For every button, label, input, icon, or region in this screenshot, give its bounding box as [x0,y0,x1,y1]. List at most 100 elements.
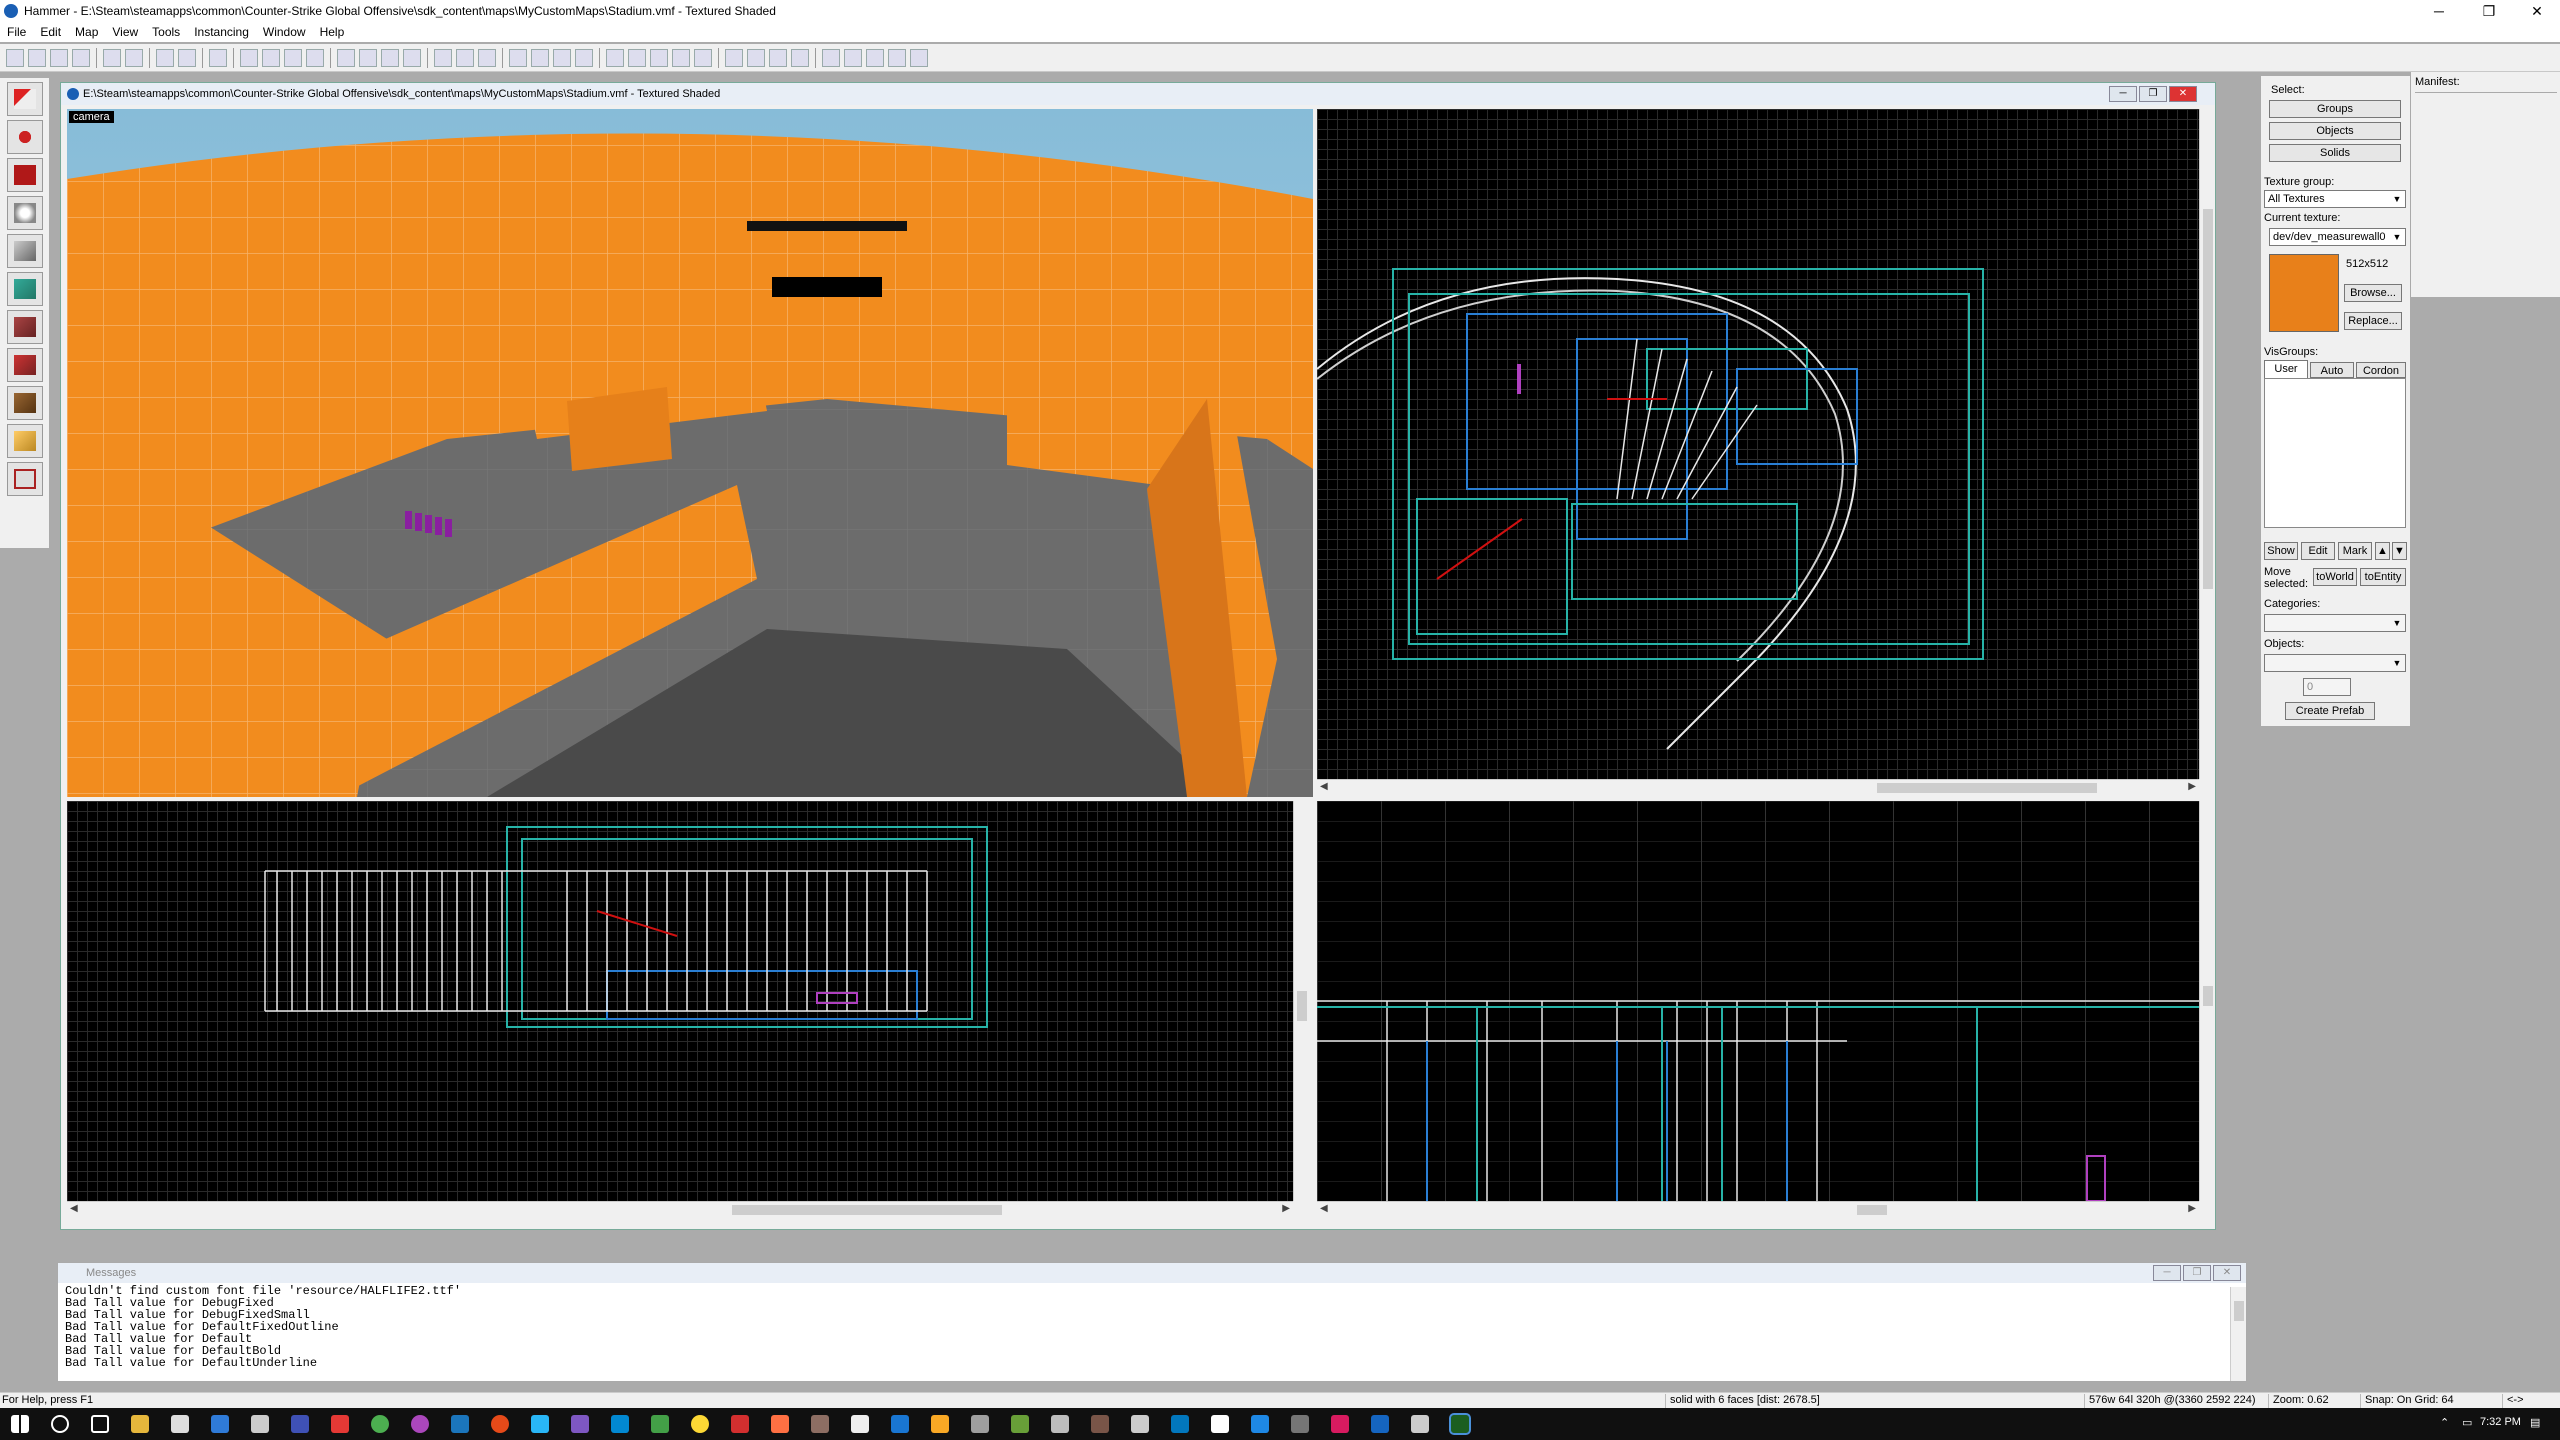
top-2d-viewport[interactable] [1317,109,2199,779]
load-window-state-icon[interactable] [103,48,121,67]
scroll-left-icon[interactable]: ◀ [1320,781,1328,792]
chevron-down-icon[interactable]: ▼ [2390,192,2404,206]
app-icon-11[interactable] [731,1415,749,1433]
steam-icon[interactable] [451,1415,469,1433]
app-icon-2[interactable] [291,1415,309,1433]
tab-cordon[interactable]: Cordon [2356,362,2406,378]
clipping-tool[interactable] [7,424,43,458]
menu-help[interactable]: Help [313,25,352,39]
unhide-icon[interactable] [306,48,324,67]
menu-file[interactable]: File [0,25,33,39]
cordon-icon[interactable] [509,48,527,67]
messages-vscrollbar[interactable] [2230,1287,2246,1381]
document-restore-button[interactable]: ❐ [2139,86,2167,102]
top-view-vscroll-thumb[interactable] [2203,209,2213,589]
entity-report-icon[interactable] [844,48,862,67]
chevron-down-icon[interactable]: ▼ [2390,656,2404,670]
entity-tool[interactable] [7,196,43,230]
app-icon-21[interactable] [1131,1415,1149,1433]
notifications-icon[interactable]: ▤ [2530,1416,2540,1429]
select-objects-button[interactable]: Objects [2269,122,2401,140]
block-tool[interactable] [7,234,43,268]
app-icon-19[interactable] [1051,1415,1069,1433]
texture-replace-icon[interactable] [403,48,421,67]
texture-application-tool[interactable] [7,272,43,306]
document-close-button[interactable]: ✕ [2169,86,2197,102]
hide-icon[interactable] [284,48,302,67]
messages-restore-button[interactable]: ❐ [2183,1265,2211,1281]
selection-tool[interactable] [7,82,43,116]
grid-small-icon[interactable] [28,48,46,67]
front-2d-viewport[interactable] [67,801,1293,1201]
auto-visgroup-icon[interactable] [910,48,928,67]
front-view-hscroll-thumb[interactable] [732,1205,1002,1215]
app-icon-24[interactable] [1251,1415,1269,1433]
front-view-hscrollbar[interactable]: ◀ ▶ [67,1201,1293,1217]
task-view-icon[interactable] [91,1415,109,1433]
app-icon-7[interactable] [571,1415,589,1433]
run-map-icon[interactable] [769,48,787,67]
app-icon-18[interactable] [1011,1415,1029,1433]
search-icon[interactable] [51,1415,69,1433]
menu-map[interactable]: Map [68,25,105,39]
selection-box-icon[interactable] [606,48,624,67]
vertex-manipulation-icon[interactable] [725,48,743,67]
flip-vertical-icon[interactable] [672,48,690,67]
chrome-icon[interactable] [371,1415,389,1433]
globe-icon[interactable] [888,48,906,67]
compile-icon[interactable] [866,48,884,67]
tab-user[interactable]: User [2264,360,2308,378]
scroll-right-icon-3[interactable]: ▶ [2188,1203,2196,1214]
scroll-right-icon[interactable]: ▶ [2188,781,2196,792]
file-explorer-icon[interactable] [131,1415,149,1433]
maximize-button[interactable]: ❐ [2466,0,2512,22]
grid-toggle-icon[interactable] [6,48,24,67]
document-minimize-button[interactable]: ─ [2109,86,2137,102]
copy-icon[interactable] [456,48,474,67]
toggle-helpers-icon[interactable] [531,48,549,67]
app-icon-23[interactable] [1211,1415,1229,1433]
side-view-vscrollbar[interactable] [2199,801,2215,1201]
app-icon-14[interactable] [851,1415,869,1433]
app-icon-27[interactable] [1371,1415,1389,1433]
replace-button[interactable]: Replace... [2344,312,2402,330]
menu-tools[interactable]: Tools [145,25,187,39]
hammer-taskbar-icon[interactable] [1449,1413,1471,1435]
app-icon-15[interactable] [891,1415,909,1433]
front-view-vscrollbar[interactable] [1293,801,1309,1201]
app-icon-8[interactable] [611,1415,629,1433]
store-icon[interactable] [171,1415,189,1433]
front-view-vscroll-thumb[interactable] [1297,991,1307,1021]
app-icon-5[interactable] [491,1415,509,1433]
vertex-tool[interactable] [7,462,43,496]
visgroup-show-button[interactable]: Show [2264,542,2298,560]
messages-close-button[interactable]: ✕ [2213,1265,2241,1281]
top-view-vscrollbar[interactable] [2199,109,2215,779]
browse-button[interactable]: Browse... [2344,284,2402,302]
start-windows-icon[interactable] [11,1415,29,1433]
app-icon-6[interactable] [531,1415,549,1433]
tray-chevron-icon[interactable]: ⌃ [2440,1416,2449,1429]
toggle-models-icon[interactable] [553,48,571,67]
app-icon-25[interactable] [1291,1415,1309,1433]
current-texture-dropdown[interactable]: dev/dev_measurewall0 ▼ [2269,228,2406,246]
scroll-right-icon-2[interactable]: ▶ [1282,1203,1290,1214]
redo-icon[interactable] [178,48,196,67]
texture-app-icon[interactable] [381,48,399,67]
move-up-icon[interactable]: ▲ [2375,542,2390,560]
select-groups-button[interactable]: Groups [2269,100,2401,118]
app-icon-4[interactable] [411,1415,429,1433]
clock[interactable]: 7:32 PM [2480,1416,2521,1428]
menu-view[interactable]: View [105,25,145,39]
scroll-left-icon-3[interactable]: ◀ [1320,1203,1328,1214]
align-icon[interactable] [694,48,712,67]
app-icon-12[interactable] [771,1415,789,1433]
visgroups-list[interactable] [2264,378,2406,528]
app-icon-28[interactable] [1411,1415,1429,1433]
edge-icon[interactable] [211,1415,229,1433]
side-2d-viewport[interactable] [1317,801,2199,1201]
app-icon-13[interactable] [811,1415,829,1433]
face-index-spinner[interactable]: 0 [2303,678,2351,696]
save-window-state-icon[interactable] [125,48,143,67]
select-solids-button[interactable]: Solids [2269,144,2401,162]
